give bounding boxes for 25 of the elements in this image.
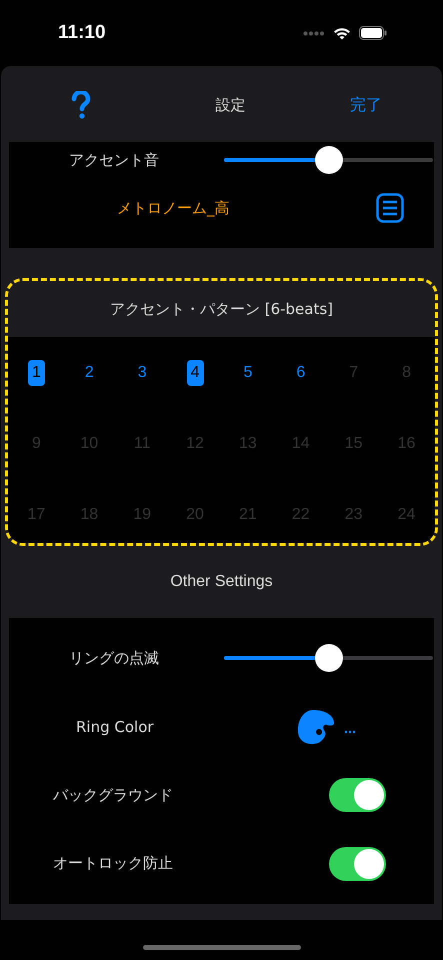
setting-label: Ring Color bbox=[75, 718, 155, 736]
toggle-switch[interactable] bbox=[329, 846, 386, 881]
accent-volume-slider[interactable] bbox=[224, 146, 433, 174]
beat-number[interactable]: 5 bbox=[239, 360, 256, 386]
help-icon[interactable] bbox=[71, 91, 91, 119]
sound-name[interactable]: メトロノーム_高 bbox=[117, 198, 230, 218]
setting-label: リングの点滅 bbox=[68, 648, 160, 668]
beat-number[interactable]: 6 bbox=[292, 360, 310, 386]
setting-label: オートロック防止 bbox=[52, 854, 174, 874]
toggle-switch[interactable] bbox=[329, 778, 386, 812]
beat-number[interactable]: 1 bbox=[28, 360, 45, 386]
beat-number[interactable]: 3 bbox=[134, 360, 151, 386]
list-icon[interactable] bbox=[376, 193, 404, 223]
beat-number[interactable]: 4 bbox=[186, 360, 204, 386]
ring-blink-slider[interactable] bbox=[224, 644, 433, 672]
sheet-title: 設定 bbox=[216, 96, 246, 114]
signal-icon bbox=[303, 30, 325, 36]
beat-number[interactable]: 2 bbox=[80, 360, 98, 386]
setting-label: バックグラウンド bbox=[52, 786, 174, 805]
battery-icon bbox=[359, 26, 387, 40]
setting-label: アクセント音 bbox=[68, 150, 160, 170]
status-time: 11:10 bbox=[58, 22, 106, 44]
section-title: Other Settings bbox=[170, 573, 273, 591]
wifi-icon bbox=[333, 26, 351, 40]
done-button[interactable]: 完了 bbox=[350, 94, 382, 116]
